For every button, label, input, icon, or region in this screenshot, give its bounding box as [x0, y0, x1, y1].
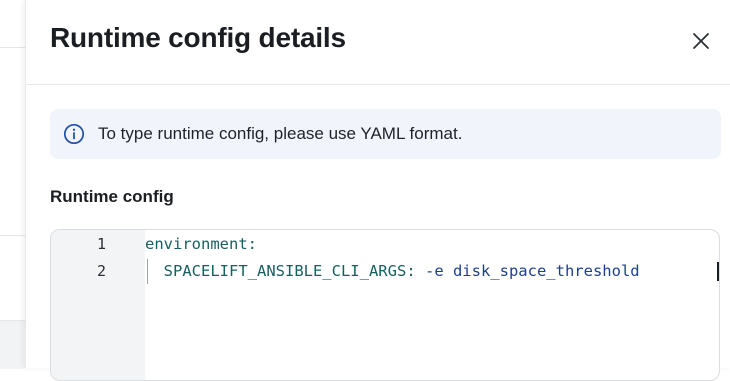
divider [0, 235, 25, 236]
code-area[interactable]: environment: SPACELIFT_ANSIBLE_CLI_ARGS:… [145, 230, 719, 380]
close-button[interactable] [688, 28, 714, 54]
background-panel [0, 320, 25, 369]
close-icon [693, 33, 709, 49]
info-banner-text: To type runtime config, please use YAML … [98, 124, 463, 143]
code-line: environment: [145, 235, 257, 253]
text-cursor [717, 262, 719, 281]
drawer-header: Runtime config details [26, 0, 730, 85]
drawer-title: Runtime config details [50, 22, 346, 53]
code-line: SPACELIFT_ANSIBLE_CLI_ARGS: -e disk_spac… [145, 262, 640, 280]
yaml-code-editor[interactable]: 1 2 environment: SPACELIFT_ANSIBLE_CLI_A… [50, 229, 720, 381]
divider [0, 47, 25, 48]
yaml-key: SPACELIFT_ANSIBLE_CLI_ARGS [163, 262, 407, 280]
info-circle-icon [63, 123, 85, 145]
yaml-value: -e disk_space_threshold [424, 262, 640, 280]
line-number: 1 [96, 235, 106, 253]
runtime-config-drawer: Runtime config details To type runtime c… [25, 0, 730, 381]
info-banner: To type runtime config, please use YAML … [50, 109, 721, 159]
runtime-config-label: Runtime config [50, 187, 174, 206]
line-number-gutter: 1 2 [51, 230, 145, 380]
background-page [0, 0, 25, 369]
yaml-separator: : [406, 262, 425, 280]
line-number: 2 [96, 262, 106, 280]
